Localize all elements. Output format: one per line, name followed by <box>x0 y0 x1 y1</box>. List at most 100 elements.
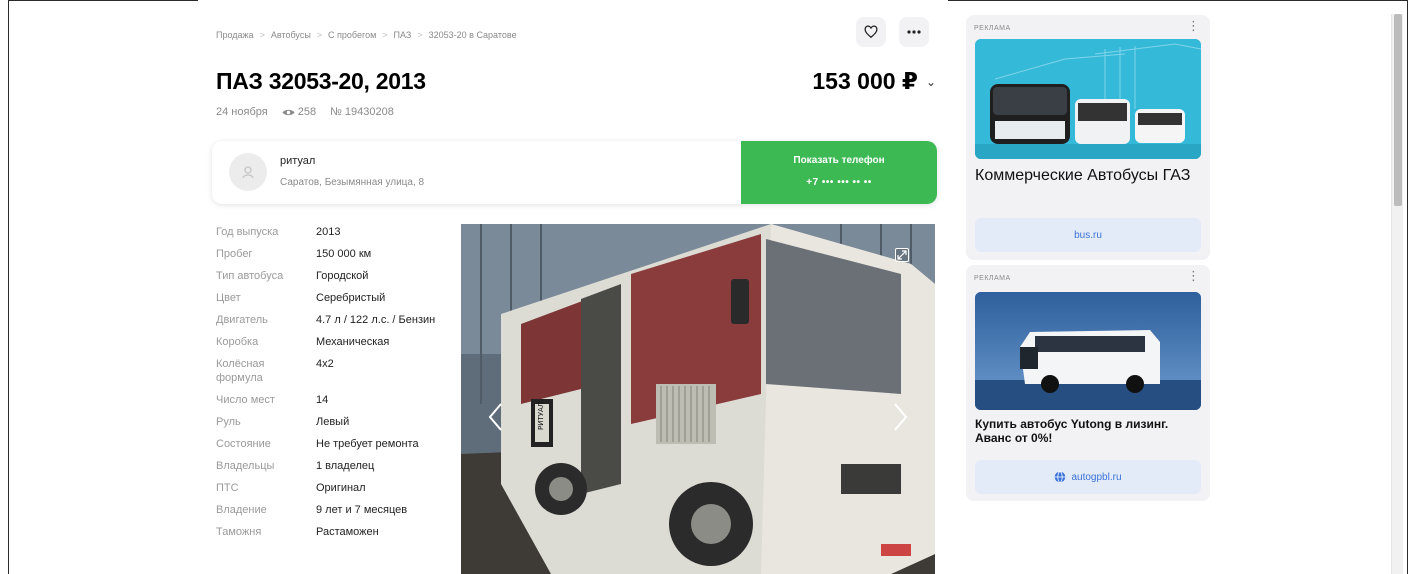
listing-id: № 19430208 <box>330 106 394 118</box>
photo-gallery[interactable]: РИТУАЛ <box>461 224 935 574</box>
listing-date: 24 ноября <box>216 106 268 118</box>
chevron-right-icon <box>894 403 908 431</box>
spec-key: Пробег <box>216 248 253 260</box>
seller-name[interactable]: ритуал <box>280 155 315 167</box>
spec-value: 150 000 км <box>316 248 372 260</box>
breadcrumb-used[interactable]: С пробегом <box>328 30 376 40</box>
specs-table: Год выпуска 2013 Пробег 150 000 км Тип авт… <box>216 225 456 547</box>
spec-row: Пробег 150 000 км <box>216 247 456 261</box>
spec-row: Руль Левый <box>216 415 456 429</box>
ad-link-button[interactable]: autogpbl.ru <box>975 460 1201 494</box>
breadcrumb-separator: > <box>316 30 323 40</box>
coach-ad-picture <box>975 292 1201 410</box>
bus-ad-picture <box>975 39 1201 159</box>
page: Продажа > Автобусы > С пробегом > ПАЗ > … <box>0 0 1415 574</box>
ad-menu-button[interactable]: ⋮ <box>1187 19 1200 32</box>
spec-value: 9 лет и 7 месяцев <box>316 504 408 516</box>
ad-title[interactable]: Коммерческие Автобусы ГАЗ <box>975 167 1205 185</box>
previous-photo-button[interactable] <box>481 399 509 435</box>
spec-row: Владельцы 1 владелец <box>216 459 456 473</box>
breadcrumb-separator: > <box>259 30 265 40</box>
spec-key: Число мест <box>216 394 275 406</box>
ad-link-text: bus.ru <box>1074 229 1102 241</box>
spec-value: Растаможен <box>316 526 379 538</box>
next-photo-button[interactable] <box>887 399 915 435</box>
breadcrumb-current[interactable]: 32053-20 в Саратове <box>429 30 517 40</box>
spec-value: 1 владелец <box>316 460 375 472</box>
globe-icon <box>1055 471 1066 483</box>
spec-row: Двигатель 4.7 л / 122 л.с. / Бензин <box>216 313 456 327</box>
listing-main: Продажа > Автобусы > С пробегом > ПАЗ > … <box>198 0 948 574</box>
ad-image[interactable] <box>975 292 1201 410</box>
spec-row: Коробка Механическая <box>216 335 456 349</box>
spec-row: Колёсная формула 4x2 <box>216 357 456 385</box>
ad-card: РЕКЛАМА ⋮ Коммерческие Автобусы ГАЗ bus.… <box>966 15 1210 260</box>
listing-price: 153 000 ₽ <box>812 68 918 94</box>
spec-value: 2013 <box>316 226 341 238</box>
ad-link-button[interactable]: bus.ru <box>975 218 1201 252</box>
ad-label: РЕКЛАМА <box>974 25 1011 32</box>
spec-value: Серебристый <box>316 292 386 304</box>
spec-key: Владение <box>216 504 267 516</box>
avatar[interactable] <box>229 153 267 191</box>
spec-row: Год выпуска 2013 <box>216 225 456 239</box>
show-phone-label: Показать телефон <box>793 155 885 166</box>
spec-key: ПТС <box>216 482 239 494</box>
spec-value: 4.7 л / 122 л.с. / Бензин <box>316 314 436 326</box>
spec-row: Владение 9 лет и 7 месяцев <box>216 503 456 517</box>
spec-key: Владельцы <box>216 460 275 472</box>
breadcrumb-buses[interactable]: Автобусы <box>271 30 311 40</box>
favorite-button[interactable] <box>856 17 886 47</box>
breadcrumb-sales[interactable]: Продажа <box>216 30 254 40</box>
eye-icon <box>282 109 295 115</box>
breadcrumb-paz[interactable]: ПАЗ <box>394 30 412 40</box>
seller-card: ритуал Саратов, Безымянная улица, 8 Пока… <box>212 141 937 204</box>
breadcrumb-separator: > <box>417 30 423 40</box>
user-icon <box>242 166 254 179</box>
spec-value: Левый <box>316 416 350 428</box>
spec-row: Состояние Не требует ремонта <box>216 437 456 451</box>
spec-key: Состояние <box>216 438 271 450</box>
chevron-left-icon <box>488 403 502 431</box>
ad-image[interactable] <box>975 39 1201 159</box>
scrollbar[interactable] <box>1391 14 1403 574</box>
spec-key: Руль <box>216 416 241 428</box>
phone-masked: +7 ••• ••• •• •• <box>806 177 872 188</box>
show-phone-button[interactable]: Показать телефон +7 ••• ••• •• •• <box>741 141 937 204</box>
bus-sign-text: РИТУАЛ <box>537 402 545 430</box>
bus-photo: РИТУАЛ <box>461 224 935 574</box>
spec-row: ПТС Оригинал <box>216 481 456 495</box>
spec-row: Число мест 14 <box>216 393 456 407</box>
spec-key: Год выпуска <box>216 226 279 238</box>
ad-card: РЕКЛАМА ⋮ Купить автобус Yutong в лизинг… <box>966 265 1210 501</box>
spec-value: Механическая <box>316 336 390 348</box>
seller-address: Саратов, Безымянная улица, 8 <box>280 177 425 188</box>
spec-row: Тип автобуса Городской <box>216 269 456 283</box>
spec-key: Цвет <box>216 292 241 304</box>
ad-menu-button[interactable]: ⋮ <box>1187 269 1200 282</box>
spec-value: Городской <box>316 270 369 282</box>
expand-icon <box>897 250 907 260</box>
spec-key: Тип автобуса <box>216 270 284 282</box>
ad-title[interactable]: Купить автобус Yutong в лизинг. Аванс от… <box>975 417 1205 445</box>
spec-value: 4x2 <box>316 358 334 370</box>
price-dropdown[interactable]: 153 000 ₽ ⌄ <box>812 68 936 95</box>
breadcrumb-separator: > <box>382 30 388 40</box>
spec-key: Коробка <box>216 336 259 348</box>
spec-key: Колёсная формула <box>216 358 265 384</box>
spec-row: Цвет Серебристый <box>216 291 456 305</box>
breadcrumb: Продажа > Автобусы > С пробегом > ПАЗ > … <box>216 30 517 40</box>
scrollbar-thumb[interactable] <box>1394 14 1402 206</box>
listing-meta: 24 ноября 258 № 19430208 <box>216 106 394 118</box>
expand-photo-button[interactable] <box>895 248 909 262</box>
ellipsis-icon <box>907 30 921 34</box>
chevron-down-icon: ⌄ <box>925 74 936 89</box>
spec-key: Таможня <box>216 526 262 538</box>
views-value: 258 <box>297 106 317 118</box>
views-count: 258 <box>282 106 316 118</box>
ad-link-text: autogpbl.ru <box>1071 471 1122 483</box>
more-options-button[interactable] <box>899 17 929 47</box>
ad-label: РЕКЛАМА <box>974 275 1011 282</box>
spec-value: 14 <box>316 394 329 406</box>
spec-value: Оригинал <box>316 482 366 494</box>
